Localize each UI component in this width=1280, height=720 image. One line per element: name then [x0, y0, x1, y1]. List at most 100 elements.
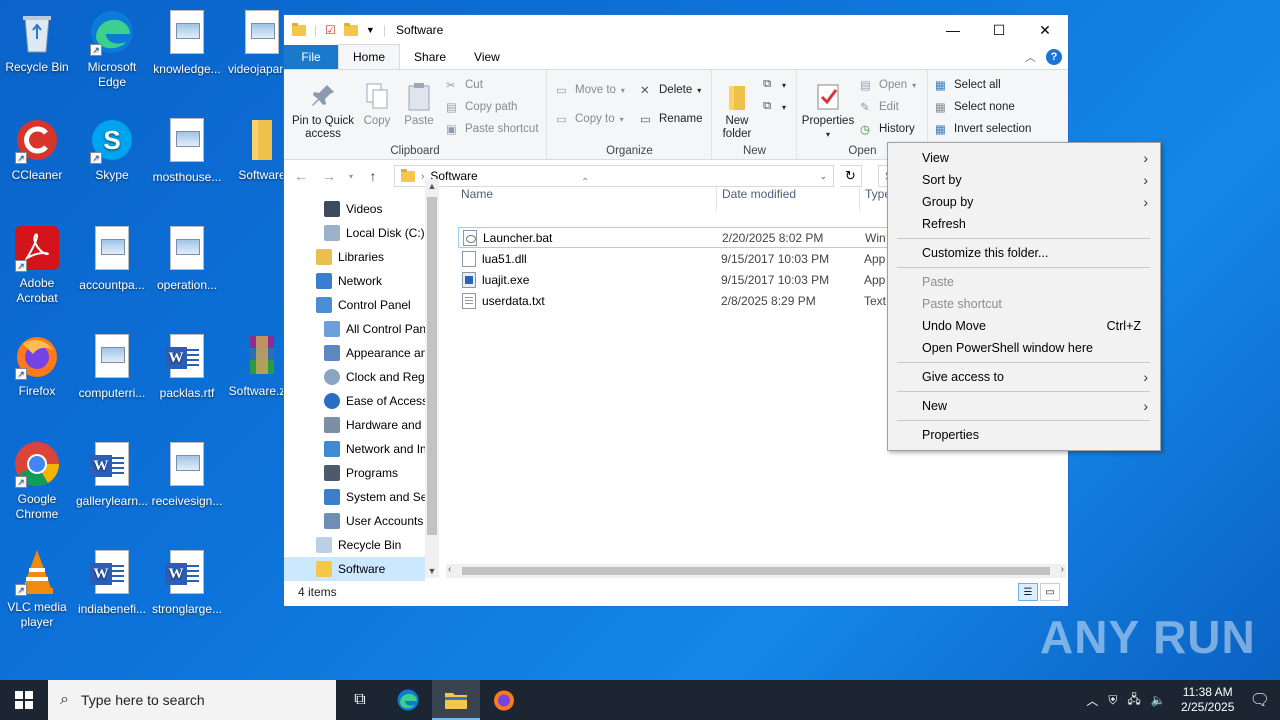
paste-button[interactable]: Paste — [402, 82, 436, 128]
desktop-icon-knowledge[interactable]: knowledge... — [150, 8, 224, 77]
nav-item-videos[interactable]: Videos — [284, 197, 425, 221]
move-to-button[interactable]: ▭ Move to ▾ — [556, 83, 625, 97]
task-view-button[interactable]: ⧉ — [336, 680, 384, 720]
desktop-icon-google-chrome[interactable]: ↗ Google Chrome — [0, 440, 74, 522]
open-button[interactable]: ▤ Open ▾ — [860, 78, 916, 92]
details-view-icon[interactable]: ☰ — [1018, 583, 1038, 601]
menu-item-sort-by[interactable]: Sort by › — [888, 169, 1160, 191]
delete-button[interactable]: ✕ Delete ▾ — [640, 83, 701, 97]
nav-scrollbar-thumb[interactable] — [427, 197, 437, 535]
menu-item-new[interactable]: New › — [888, 395, 1160, 417]
scroll-down-icon[interactable]: ▼ — [425, 566, 439, 576]
nav-scrollbar[interactable]: ▲ ▼ — [425, 179, 439, 578]
column-name[interactable]: Name — [461, 187, 493, 201]
desktop-icon-accountpa[interactable]: accountpa... — [75, 224, 149, 293]
menu-item-group-by[interactable]: Group by › — [888, 191, 1160, 213]
select-all-button[interactable]: ▦ Select all — [935, 78, 1001, 92]
paste-shortcut-button[interactable]: ▣ Paste shortcut — [446, 122, 539, 136]
desktop-icon-computerri[interactable]: computerri... — [75, 332, 149, 401]
new-folder-button[interactable]: New folder — [715, 82, 759, 141]
notifications-icon[interactable]: 🗨 — [1250, 690, 1270, 710]
nav-item-local-disk[interactable]: Local Disk (C:) — [284, 221, 425, 245]
copy-button[interactable]: Copy — [360, 82, 394, 128]
desktop-icon-operation[interactable]: operation... — [150, 224, 224, 293]
desktop-icon-packlas[interactable]: W packlas.rtf — [150, 332, 224, 401]
desktop-icon-gallerylearn[interactable]: W gallerylearn... — [75, 440, 149, 509]
horizontal-scrollbar-thumb[interactable] — [462, 567, 1050, 575]
menu-item-open-powershell[interactable]: Open PowerShell window here — [888, 337, 1160, 359]
scroll-left-icon[interactable]: ‹ — [448, 564, 451, 575]
history-button[interactable]: ◷ History — [860, 122, 915, 136]
desktop-icon-recycle-bin[interactable]: Recycle Bin — [0, 8, 74, 75]
chevron-down-icon[interactable]: ▼ — [366, 25, 375, 35]
menu-item-paste-shortcut[interactable]: Paste shortcut — [888, 293, 1160, 315]
horizontal-scrollbar[interactable]: ‹ › — [446, 564, 1066, 578]
clock[interactable]: 11:38 AM 2/25/2025 — [1176, 685, 1240, 715]
nav-item-all-control-panel[interactable]: All Control Panel — [284, 317, 425, 341]
new-folder-quick-icon[interactable] — [343, 22, 358, 36]
help-icon[interactable]: ? — [1046, 49, 1062, 65]
tab-share[interactable]: Share — [400, 45, 460, 69]
nav-item-clock[interactable]: Clock and Regi — [284, 365, 425, 389]
new-item-button[interactable]: ⧉ ▾ — [763, 78, 786, 92]
desktop-icon-adobe-acrobat[interactable]: ↗ Adobe Acrobat — [0, 224, 74, 306]
nav-item-appearance[interactable]: Appearance and — [284, 341, 425, 365]
menu-item-refresh[interactable]: Refresh — [888, 213, 1160, 235]
nav-item-control-panel[interactable]: Control Panel — [284, 293, 425, 317]
edit-button[interactable]: ✎ Edit — [860, 100, 899, 114]
desktop-icon-firefox[interactable]: ↗ Firefox — [0, 332, 74, 399]
taskbar-search-input[interactable]: ⌕ Type here to search — [48, 680, 336, 720]
menu-item-undo-move[interactable]: Undo Move Ctrl+Z — [888, 315, 1160, 337]
tab-file[interactable]: File — [284, 45, 338, 69]
menu-item-paste[interactable]: Paste — [888, 271, 1160, 293]
nav-item-recycle-bin[interactable]: Recycle Bin — [284, 533, 425, 557]
menu-item-view[interactable]: View › — [888, 147, 1160, 169]
tab-home[interactable]: Home — [338, 44, 401, 69]
defender-icon[interactable]: ⛨ — [1108, 693, 1117, 708]
cut-button[interactable]: ✂ Cut — [446, 78, 483, 92]
tab-view[interactable]: View — [460, 45, 514, 69]
network-icon[interactable]: 🖧 — [1127, 690, 1140, 711]
taskbar-firefox[interactable] — [480, 680, 528, 720]
properties-quick-icon[interactable]: ☑ — [325, 23, 336, 37]
volume-icon[interactable]: 🔈 — [1151, 693, 1166, 707]
select-none-button[interactable]: ▦ Select none — [935, 100, 1015, 114]
nav-item-system-security[interactable]: System and Se — [284, 485, 425, 509]
taskbar-edge[interactable] — [384, 680, 432, 720]
title-bar[interactable]: | ☑ ▼ | Software — ☐ ✕ — [284, 15, 1068, 45]
menu-item-customize-folder[interactable]: Customize this folder... — [888, 242, 1160, 264]
nav-item-hardware[interactable]: Hardware and — [284, 413, 425, 437]
scroll-right-icon[interactable]: › — [1061, 564, 1064, 575]
desktop-icon-mosthouse[interactable]: mosthouse... — [150, 116, 224, 185]
nav-item-libraries[interactable]: Libraries — [284, 245, 425, 269]
menu-item-give-access[interactable]: Give access to › — [888, 366, 1160, 388]
scroll-up-icon[interactable]: ▲ — [425, 181, 439, 191]
desktop-icon-indiabenefi[interactable]: W indiabenefi... — [75, 548, 149, 617]
nav-item-ease-of-access[interactable]: Ease of Access — [284, 389, 425, 413]
taskbar-file-explorer[interactable] — [432, 680, 480, 720]
nav-item-programs[interactable]: Programs — [284, 461, 425, 485]
show-hidden-icons-icon[interactable]: ︿ — [1086, 692, 1098, 709]
start-button[interactable] — [0, 680, 48, 720]
desktop-icon-microsoft-edge[interactable]: ↗ Microsoft Edge — [75, 8, 149, 90]
desktop-icon-skype[interactable]: S ↗ Skype — [75, 116, 149, 183]
rename-button[interactable]: ▭ Rename — [640, 112, 702, 126]
easy-access-button[interactable]: ⧉ ▾ — [763, 100, 786, 114]
column-date-modified[interactable]: Date modified — [722, 187, 796, 201]
desktop-icon-stronglarge[interactable]: W stronglarge... — [150, 548, 224, 617]
invert-selection-button[interactable]: ▦ Invert selection — [935, 122, 1031, 136]
close-button[interactable]: ✕ — [1022, 15, 1068, 45]
desktop-icon-vlc[interactable]: ↗ VLC media player — [0, 548, 74, 630]
menu-item-properties[interactable]: Properties — [888, 424, 1160, 446]
large-icons-view-icon[interactable]: ▭ — [1040, 583, 1060, 601]
minimize-button[interactable]: — — [930, 15, 976, 45]
nav-item-network-internet[interactable]: Network and In — [284, 437, 425, 461]
desktop-icon-receivesign[interactable]: receivesign... — [150, 440, 224, 509]
copy-path-button[interactable]: ▤ Copy path — [446, 100, 517, 114]
nav-item-network[interactable]: Network — [284, 269, 425, 293]
maximize-button[interactable]: ☐ — [976, 15, 1022, 45]
properties-button[interactable]: Properties ▾ — [800, 82, 856, 141]
pin-to-quick-access-button[interactable]: Pin to Quick access — [288, 82, 358, 141]
collapse-ribbon-icon[interactable]: ︿ — [1025, 49, 1036, 65]
desktop-icon-ccleaner[interactable]: ↗ CCleaner — [0, 116, 74, 183]
